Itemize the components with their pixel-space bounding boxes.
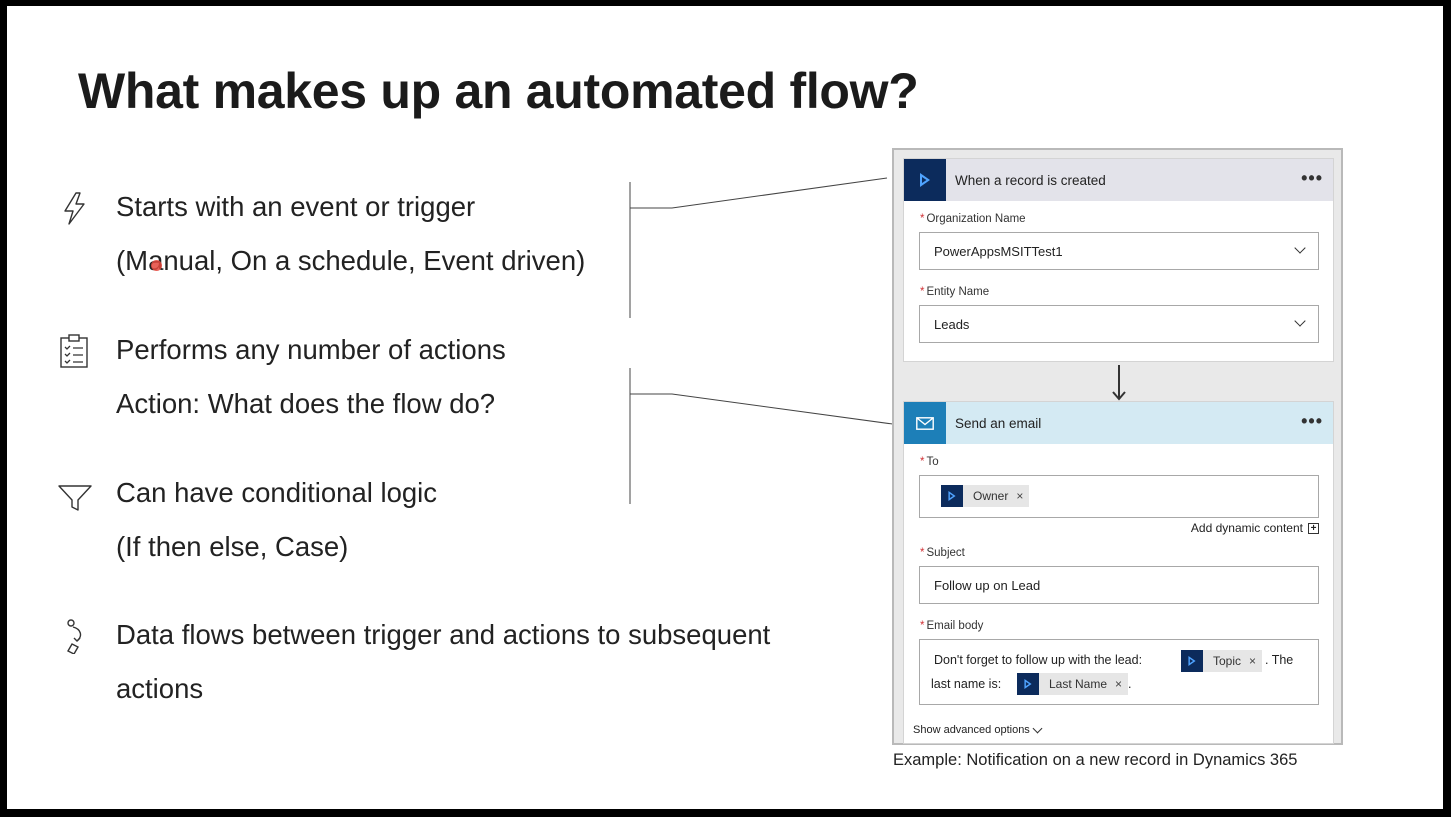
topic-token-label: Topic — [1213, 654, 1242, 668]
email-body-text: last name is: — [931, 677, 1002, 691]
send-email-card-header[interactable]: Send an email ••• — [904, 402, 1333, 444]
last-name-token-label: Last Name — [1049, 677, 1108, 691]
to-label: * To — [920, 456, 939, 468]
funnel-icon — [58, 485, 92, 511]
bullet-line: (If then else, Case) — [116, 531, 349, 562]
trigger-card-header[interactable]: When a record is created ••• — [904, 159, 1333, 201]
add-dynamic-content-link[interactable]: Add dynamic content + — [1191, 521, 1319, 535]
dynamics-icon — [941, 485, 963, 507]
topic-token[interactable]: Topic × — [1181, 650, 1263, 672]
bullet-line: Action: What does the flow do? — [116, 388, 496, 419]
owner-token[interactable]: Owner × — [941, 485, 1030, 507]
entity-name-dropdown[interactable]: Leads — [919, 305, 1319, 343]
entity-name-label: * Entity Name — [920, 286, 989, 298]
add-dynamic-content-label: Add dynamic content — [1190, 521, 1303, 535]
lightning-icon — [64, 192, 85, 225]
bullet-line: Data flows between trigger and actions t… — [116, 619, 771, 650]
cursor-indicator — [151, 260, 162, 271]
remove-token-icon[interactable]: × — [1249, 654, 1262, 668]
add-icon: + — [1308, 522, 1319, 534]
organization-name-label: * Organization Name — [920, 213, 1026, 225]
chevron-down-icon — [1032, 723, 1043, 733]
email-body-label-text: Email body — [926, 620, 984, 632]
more-options-icon[interactable]: ••• — [1301, 411, 1323, 432]
mail-icon — [904, 402, 946, 444]
to-input[interactable]: Owner × — [919, 475, 1319, 518]
trigger-title: When a record is created — [955, 172, 1106, 188]
send-email-card[interactable]: Send an email ••• * To Owner × Add dynami… — [903, 401, 1334, 744]
subject-input[interactable]: Follow up on Lead — [919, 566, 1319, 604]
trigger-card[interactable]: When a record is created ••• * Organizati… — [903, 158, 1334, 362]
subject-label-text: Subject — [926, 547, 965, 559]
email-body-label: * Email body — [920, 620, 983, 632]
entity-name-value: Leads — [934, 317, 970, 332]
organization-name-value: PowerAppsMSITTest1 — [934, 244, 1063, 259]
last-name-token[interactable]: Last Name × — [1017, 673, 1129, 695]
email-body-text: . — [1128, 677, 1132, 691]
chevron-down-icon — [1294, 242, 1306, 254]
bullet-line: actions — [116, 673, 204, 704]
data-flow-icon — [67, 619, 82, 654]
owner-token-label: Owner — [973, 489, 1009, 503]
required-mark: * — [920, 286, 925, 298]
bullet-line: (Manual, On a schedule, Event driven) — [116, 245, 586, 276]
dynamics-icon — [1017, 673, 1039, 695]
flow-designer-panel: When a record is created ••• * Organizati… — [892, 148, 1343, 745]
clipboard-checklist-icon — [60, 334, 88, 368]
organization-name-label-text: Organization Name — [926, 213, 1026, 225]
slide-title: What makes up an automated flow? — [78, 63, 919, 119]
remove-token-icon[interactable]: × — [1115, 677, 1128, 691]
subject-value: Follow up on Lead — [934, 578, 1041, 593]
send-email-title: Send an email — [955, 415, 1042, 431]
arrow-down-icon — [1112, 365, 1126, 401]
organization-name-dropdown[interactable]: PowerAppsMSITTest1 — [919, 232, 1319, 270]
dynamics-icon — [1181, 650, 1203, 672]
required-mark: * — [920, 620, 925, 632]
required-mark: * — [920, 456, 925, 468]
entity-name-label-text: Entity Name — [926, 286, 990, 298]
figure-caption: Example: Notification on a new record in… — [893, 751, 1298, 769]
chevron-down-icon — [1294, 315, 1306, 327]
more-options-icon[interactable]: ••• — [1301, 168, 1323, 189]
to-label-text: To — [926, 456, 939, 468]
bullet-line: Starts with an event or trigger — [116, 191, 476, 222]
show-advanced-options-label: Show advanced options — [913, 724, 1030, 736]
required-mark: * — [920, 547, 925, 559]
slide: What makes up an automated flow? Starts … — [7, 6, 1443, 809]
dynamics-icon — [904, 159, 946, 201]
remove-token-icon[interactable]: × — [1016, 489, 1029, 503]
bullet-line: Can have conditional logic — [116, 477, 438, 508]
show-advanced-options-link[interactable]: Show advanced options — [913, 723, 1043, 736]
bullet-line: Performs any number of actions — [116, 334, 506, 365]
required-mark: * — [920, 213, 925, 225]
email-body-text: Don't forget to follow up with the lead: — [934, 653, 1143, 667]
subject-label: * Subject — [920, 547, 965, 559]
email-body-input[interactable]: Don't forget to follow up with the lead:… — [919, 639, 1319, 705]
email-body-text: . The — [1265, 653, 1294, 667]
